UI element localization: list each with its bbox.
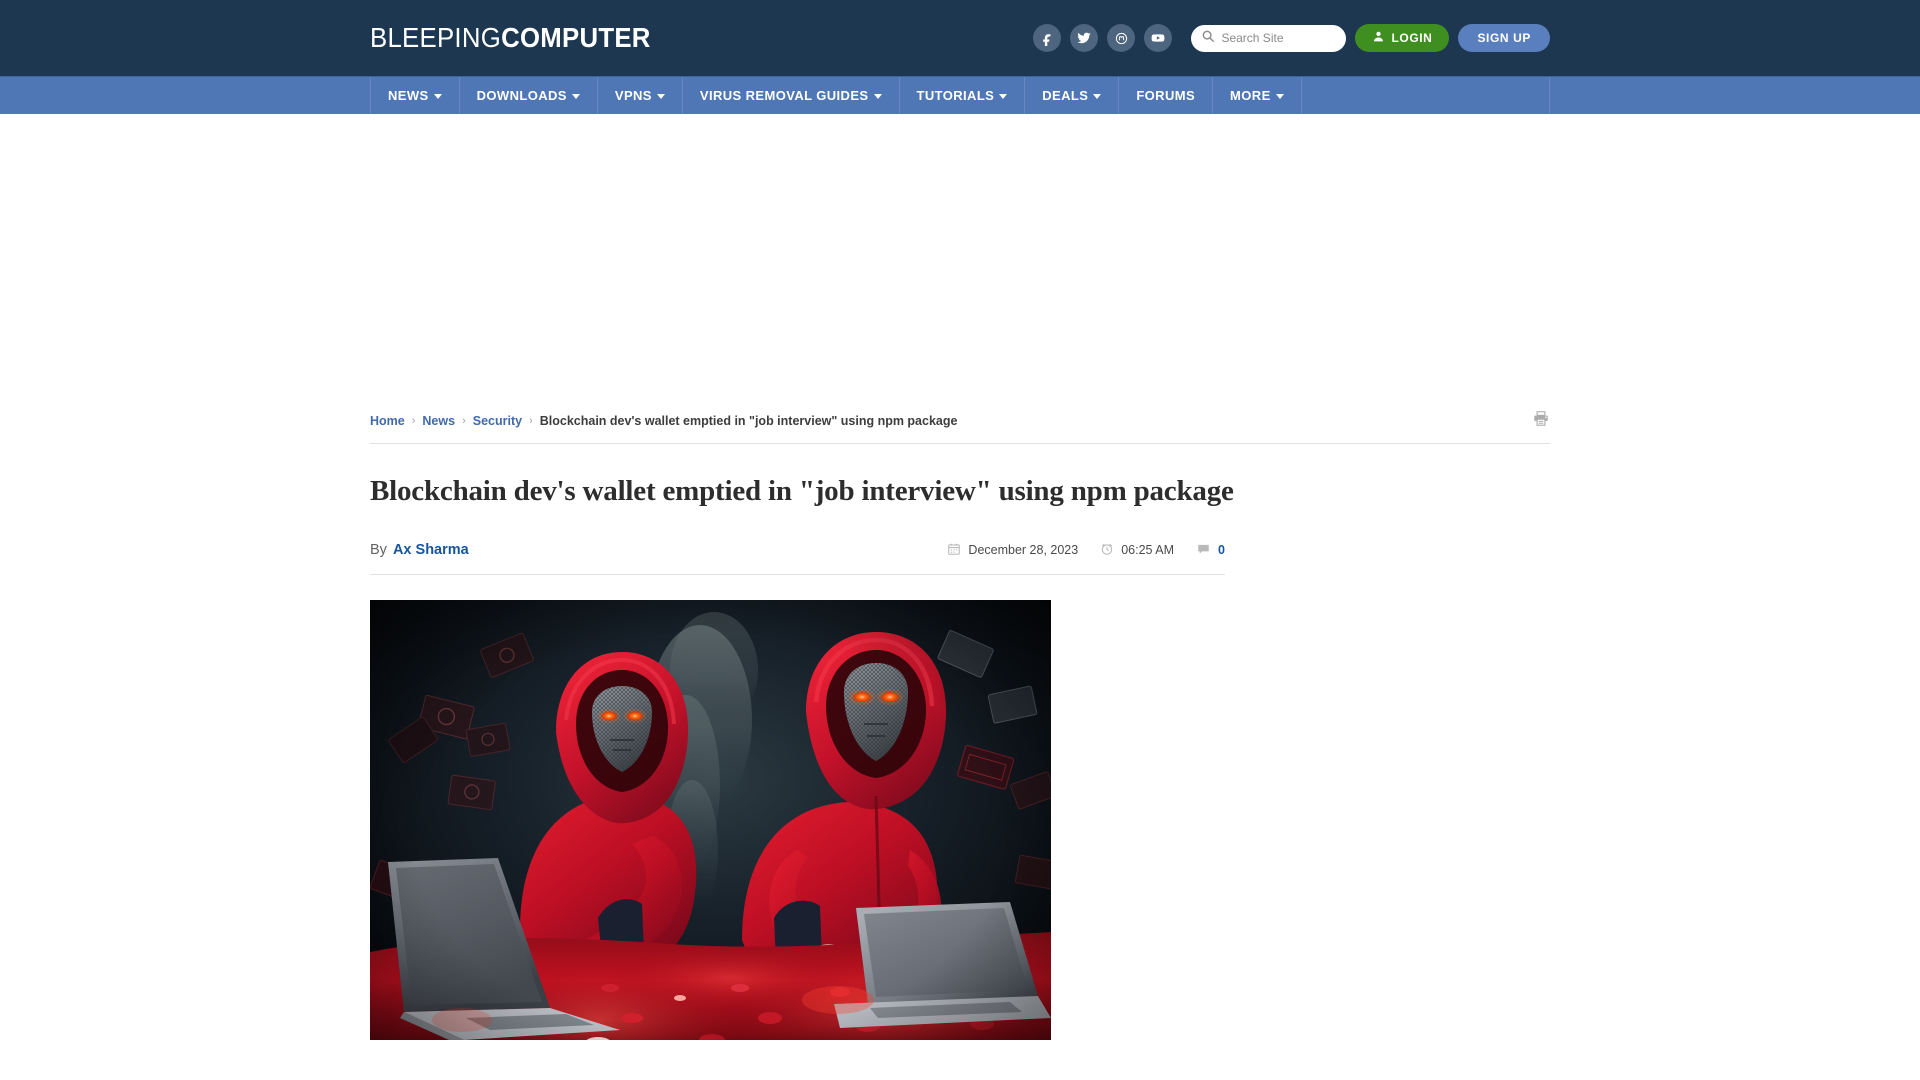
printer-icon[interactable] (1532, 410, 1550, 432)
nav-item-deals[interactable]: DEALS (1025, 77, 1120, 114)
date-text: December 28, 2023 (968, 543, 1079, 558)
hero-illustration (370, 600, 1051, 1041)
publish-date: December 28, 2023 (947, 542, 1078, 559)
nav-item-downloads[interactable]: DOWNLOADS (460, 77, 598, 114)
breadcrumb-row: Home › News › Security › Blockchain dev's wall… (370, 406, 1550, 434)
author-link[interactable]: Ax Sharma (393, 542, 469, 558)
chevron-down-icon (656, 94, 665, 99)
clock-icon (1100, 542, 1114, 559)
breadcrumb: Home › News › Security › Blockchain dev's wall… (370, 414, 957, 428)
page-title: Blockchain dev's wallet emptied in "job … (370, 475, 1234, 507)
nav-item-label: DOWNLOADS (476, 88, 567, 103)
facebook-icon[interactable] (1033, 24, 1062, 52)
nav-item-label: FORUMS (1136, 88, 1196, 103)
signup-label: SIGN UP (1477, 31, 1531, 45)
chevron-down-icon (999, 94, 1008, 99)
nav-item-label: VPNS (614, 88, 652, 103)
breadcrumb-separator: › (529, 415, 533, 427)
breadcrumb-separator: › (462, 415, 466, 427)
breadcrumb-link[interactable]: Security (473, 414, 522, 428)
chevron-down-icon (571, 94, 580, 99)
search-input[interactable] (1221, 31, 1342, 45)
nav-item-label: MORE (1230, 88, 1271, 103)
social-links (1033, 24, 1173, 52)
time-text: 06:25 AM (1121, 543, 1175, 558)
chevron-down-icon (433, 94, 442, 99)
main-navigation: NEWS DOWNLOADS VPNS VIRUS REMOVAL GUIDES TUT… (0, 76, 1920, 114)
nav-item-label: TUTORIALS (916, 88, 995, 103)
mastodon-icon[interactable] (1107, 24, 1136, 52)
nav-filler (1302, 77, 1549, 114)
logo-text-bold: COMPUTER (501, 22, 651, 53)
login-label: LOGIN (1391, 31, 1433, 45)
nav-item-label: DEALS (1042, 88, 1089, 103)
by-prefix: By (370, 542, 387, 559)
nav-item-label: NEWS (388, 88, 429, 103)
site-header: BLEEPING COMPUTER Search Site LOGIN SIGN… (0, 0, 1920, 76)
chevron-down-icon (873, 94, 882, 99)
search-icon (1201, 29, 1215, 48)
header-actions: LOGIN SIGN UP (1033, 24, 1550, 52)
logo-text-light: BLEEPING (370, 22, 502, 53)
login-button[interactable]: LOGIN (1355, 24, 1450, 52)
nav-item-label: VIRUS REMOVAL GUIDES (699, 88, 869, 103)
site-logo[interactable]: BLEEPING COMPUTER (370, 22, 651, 54)
comment-count-value: 0 (1218, 543, 1225, 558)
chevron-down-icon (1275, 94, 1284, 99)
chevron-down-icon (1093, 94, 1102, 99)
breadcrumb-divider (370, 443, 1550, 444)
signup-button[interactable]: SIGN UP (1458, 24, 1550, 52)
breadcrumb-link[interactable]: Home (370, 414, 405, 428)
breadcrumb-link[interactable]: News (422, 414, 455, 428)
author-line: By Ax Sharma (370, 542, 469, 558)
search-box[interactable] (1191, 24, 1347, 52)
publish-time: 06:25 AM (1100, 542, 1174, 559)
byline-divider (370, 574, 1225, 576)
comment-icon (1196, 542, 1211, 559)
nav-item-forums[interactable]: FORUMS (1119, 77, 1214, 114)
nav-item-vpns[interactable]: VPNS (598, 77, 683, 114)
calendar-icon (947, 542, 961, 559)
breadcrumb-current: Blockchain dev's wallet emptied in "job … (539, 414, 958, 428)
article-meta: December 28, 2023 06:25 AM 0 (947, 542, 1225, 559)
article-byline: By Ax Sharma December 28, 2023 06:25 AM … (370, 538, 1225, 562)
article-hero-image (370, 600, 1051, 1041)
nav-item-virus-removal-guides[interactable]: VIRUS REMOVAL GUIDES (683, 77, 900, 114)
youtube-icon[interactable] (1144, 24, 1173, 52)
twitter-icon[interactable] (1070, 24, 1099, 52)
nav-item-news[interactable]: NEWS (371, 77, 460, 114)
nav-item-tutorials[interactable]: TUTORIALS (900, 77, 1026, 114)
article-container: Home › News › Security › Blockchain dev's wall… (370, 406, 1550, 1041)
nav-item-more[interactable]: MORE (1213, 77, 1302, 114)
comment-count[interactable]: 0 (1196, 542, 1225, 559)
breadcrumb-separator: › (411, 415, 416, 427)
advertisement-slot (0, 114, 1920, 406)
user-icon (1372, 30, 1385, 46)
